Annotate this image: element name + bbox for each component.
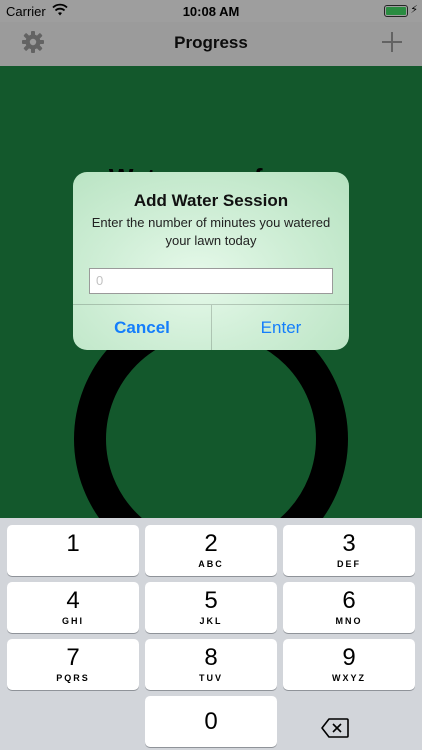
key-number: 0 (204, 708, 218, 735)
key-number: 6 (342, 587, 356, 614)
key-number: 5 (204, 587, 218, 614)
key-number: 8 (204, 644, 218, 671)
delete-backspace-icon[interactable] (320, 717, 380, 745)
key-4[interactable]: 4 GHI (7, 582, 139, 633)
dialog-title: Add Water Session (133, 191, 289, 210)
key-letters: WXYZ (332, 673, 366, 683)
key-9[interactable]: 9 WXYZ (283, 639, 415, 690)
key-number: 4 (66, 587, 80, 614)
key-number: 9 (342, 644, 356, 671)
add-water-session-dialog: Add Water Session Enter the number of mi… (73, 172, 349, 350)
minutes-input[interactable]: 0 (89, 268, 333, 294)
cancel-button[interactable]: Cancel (73, 305, 211, 350)
key-0[interactable]: 0 (145, 696, 277, 747)
key-letters: ABC (198, 559, 224, 569)
key-letters: PQRS (56, 673, 90, 683)
key-number: 3 (342, 530, 356, 557)
key-letters: TUV (199, 673, 223, 683)
key-8[interactable]: 8 TUV (145, 639, 277, 690)
key-letters: MNO (335, 616, 363, 626)
numeric-keypad: 1 2 ABC 3 DEF 4 GHI 5 JKL 6 MNO 7 PQRS 8… (0, 518, 422, 750)
key-letters: DEF (337, 559, 361, 569)
key-number: 1 (66, 530, 80, 557)
key-letters: JKL (199, 616, 223, 626)
key-letters: GHI (61, 616, 84, 626)
key-1[interactable]: 1 (7, 525, 139, 576)
key-number: 7 (66, 644, 80, 671)
dialog-message: Enter the number of minutes you watered … (91, 215, 331, 248)
key-5[interactable]: 5 JKL (145, 582, 277, 633)
enter-button[interactable]: Enter (212, 305, 349, 350)
key-6[interactable]: 6 MNO (283, 582, 415, 633)
key-7[interactable]: 7 PQRS (7, 639, 139, 690)
key-number: 2 (204, 530, 218, 557)
key-2[interactable]: 2 ABC (145, 525, 277, 576)
key-3[interactable]: 3 DEF (283, 525, 415, 576)
